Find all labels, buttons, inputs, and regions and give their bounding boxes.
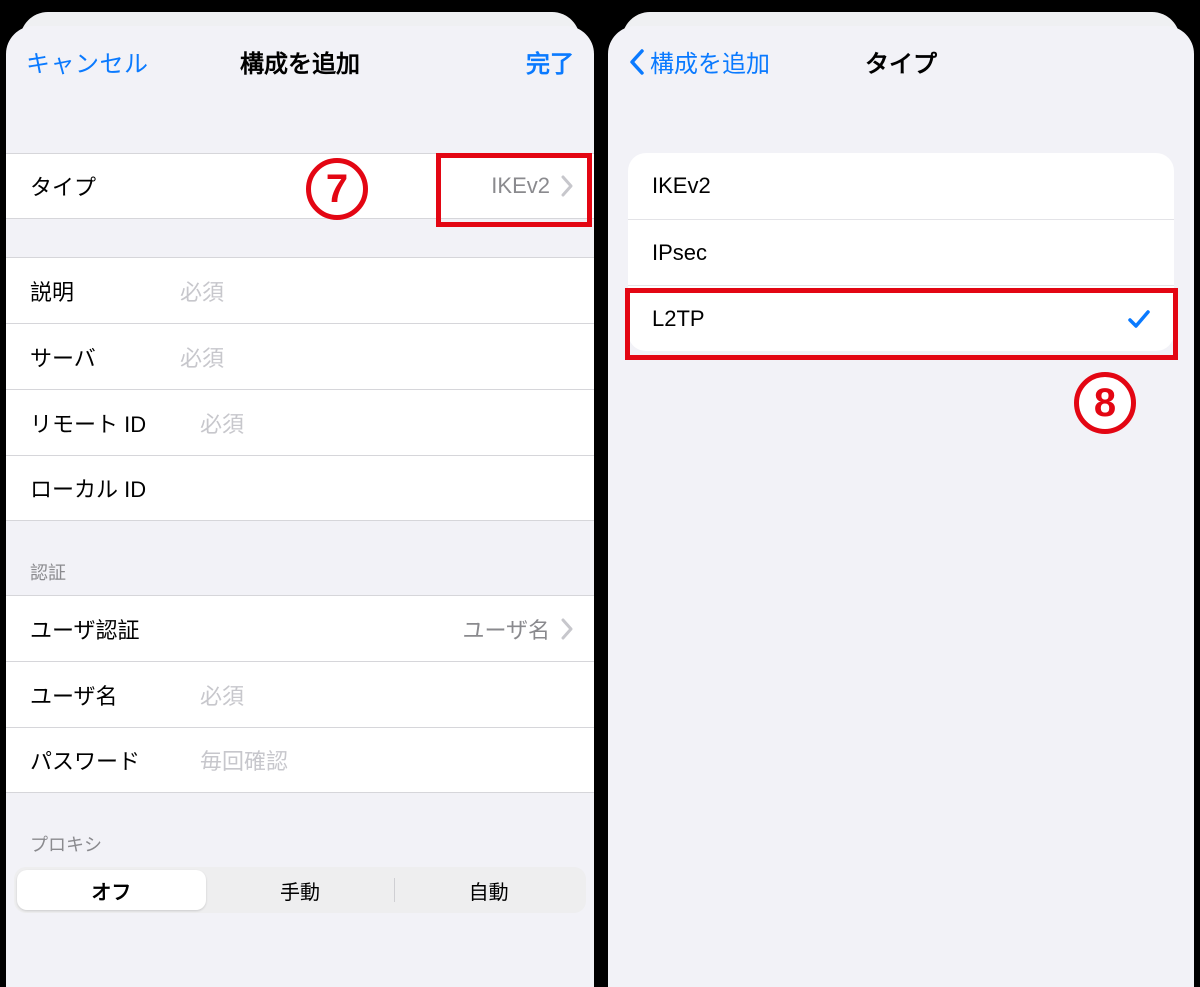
password-placeholder: 毎回確認 [200,744,574,776]
server-label: サーバ [30,341,180,373]
description-row[interactable]: 説明 必須 [6,257,594,323]
group-auth: 認証 ユーザ認証 ユーザ名 ユーザ名 必須 [6,559,594,793]
checkmark-icon [1126,306,1152,332]
local-id-row[interactable]: ローカル ID [6,455,594,521]
type-option-label: IPsec [652,240,1152,266]
cancel-button[interactable]: キャンセル [26,44,149,79]
auth-header: 認証 [6,559,594,595]
username-row[interactable]: ユーザ名 必須 [6,661,594,727]
type-label: タイプ [30,170,180,202]
proxy-segment-auto[interactable]: 自動 [394,870,583,910]
remote-id-placeholder: 必須 [200,407,574,439]
user-auth-value: ユーザ名 [200,613,550,645]
group-connection: 説明 必須 サーバ 必須 リモート ID 必須 ローカル ID [6,257,594,521]
proxy-segment-manual[interactable]: 手動 [206,870,395,910]
phone-left: キャンセル 構成を追加 完了 タイプ IKEv2 [0,0,600,987]
username-label: ユーザ名 [30,679,200,711]
back-button[interactable]: 構成を追加 [628,44,770,79]
user-auth-row[interactable]: ユーザ認証 ユーザ名 [6,595,594,661]
navbar: 構成を追加 タイプ [608,26,1194,97]
proxy-segmented-control[interactable]: オフ 手動 自動 [14,867,586,913]
chevron-right-icon [560,175,574,197]
local-id-label: ローカル ID [30,472,200,504]
type-row[interactable]: タイプ IKEv2 [6,153,594,219]
type-option-ikev2[interactable]: IKEv2 [628,153,1174,219]
user-auth-label: ユーザ認証 [30,613,200,645]
server-row[interactable]: サーバ 必須 [6,323,594,389]
sheet-add-config: キャンセル 構成を追加 完了 タイプ IKEv2 [6,26,594,987]
proxy-segment-off[interactable]: オフ [17,870,206,910]
description-placeholder: 必須 [180,275,574,307]
server-placeholder: 必須 [180,341,574,373]
proxy-header: プロキシ [6,831,594,867]
chevron-left-icon [628,48,646,76]
back-label: 構成を追加 [650,44,770,79]
type-option-ipsec[interactable]: IPsec [628,219,1174,285]
password-label: パスワード [30,744,200,776]
remote-id-row[interactable]: リモート ID 必須 [6,389,594,455]
description-label: 説明 [30,275,180,307]
sheet-type-select: 構成を追加 タイプ IKEv2 IPsec [608,26,1194,987]
done-button[interactable]: 完了 [526,44,574,79]
type-option-l2tp[interactable]: L2TP [628,285,1174,351]
password-row[interactable]: パスワード 毎回確認 [6,727,594,793]
type-options: IKEv2 IPsec L2TP [628,153,1174,351]
username-placeholder: 必須 [200,679,574,711]
group-proxy: プロキシ オフ 手動 自動 [6,831,594,923]
type-option-label: L2TP [652,306,1126,332]
phone-right: 構成を追加 タイプ IKEv2 IPsec [600,0,1200,987]
type-value: IKEv2 [180,173,550,199]
page-title: 構成を追加 [240,51,360,78]
remote-id-label: リモート ID [30,407,200,439]
chevron-right-icon [560,618,574,640]
type-option-label: IKEv2 [652,173,1152,199]
navbar: キャンセル 構成を追加 完了 [6,26,594,97]
group-type: タイプ IKEv2 [6,153,594,219]
page-title: タイプ [865,51,937,78]
